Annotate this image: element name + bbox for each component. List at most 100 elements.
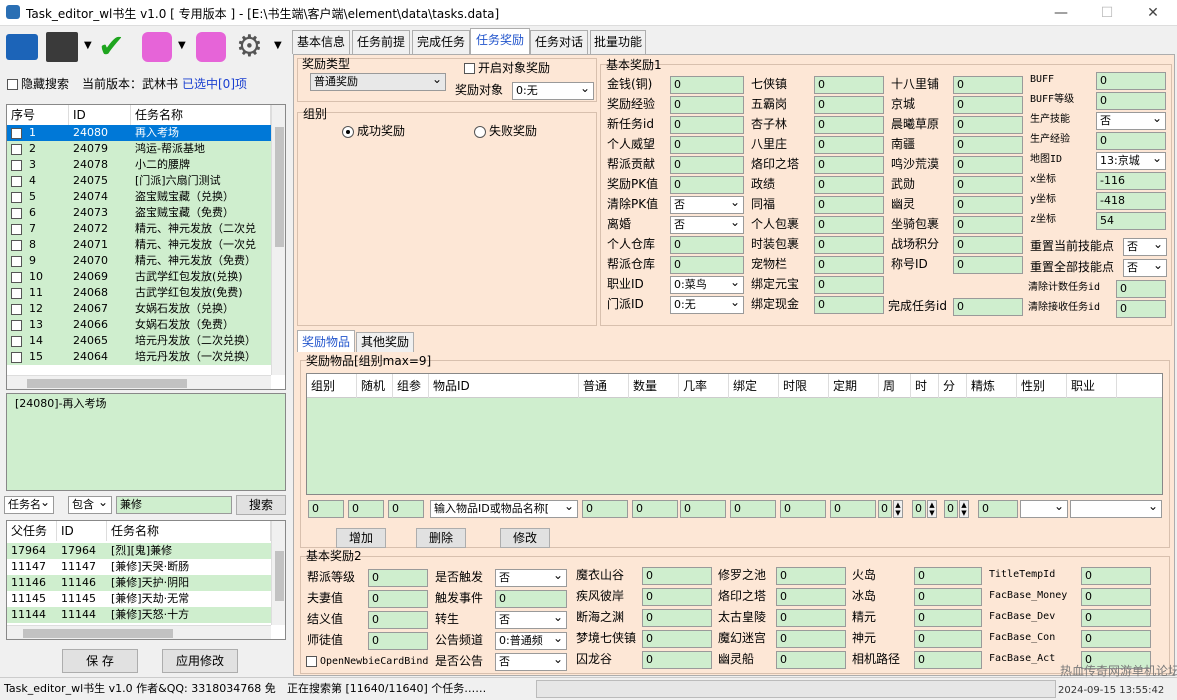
row-checkbox[interactable] (11, 349, 25, 365)
field-value[interactable]: 0 (953, 116, 1023, 134)
col-header[interactable]: 绑定 (729, 374, 779, 398)
field-value[interactable]: 0 (670, 136, 744, 154)
field-value[interactable]: 0:无 (670, 296, 744, 314)
field-value[interactable]: 否 (495, 653, 567, 671)
field-value[interactable]: 0 (814, 176, 884, 194)
field-value[interactable]: 0 (1081, 630, 1151, 648)
field-value[interactable]: 0 (914, 588, 982, 606)
list-item[interactable]: 11144 11144 [兼修]天怒·十方 (7, 607, 271, 623)
field-value[interactable]: 否 (1123, 259, 1167, 277)
row-checkbox[interactable] (11, 173, 25, 189)
field-value[interactable]: 0 (1116, 300, 1166, 318)
reward-object-select[interactable]: 0:无 (512, 82, 594, 100)
field-value[interactable]: 0 (953, 298, 1023, 316)
item-input[interactable]: 0 (830, 500, 876, 518)
field-value[interactable]: 0 (814, 276, 884, 294)
item-input[interactable]: 0 (680, 500, 726, 518)
chevron-down-icon[interactable]: ▼ (84, 40, 92, 51)
gender-select[interactable] (1020, 500, 1068, 518)
tree-item[interactable]: [24080]-再入考场 (15, 396, 107, 412)
field-value[interactable]: 0 (953, 196, 1023, 214)
newbie-card-checkbox[interactable]: OpenNewbieCardBind (306, 654, 428, 670)
search-mode-select[interactable]: 任务名 (4, 496, 54, 514)
table-row[interactable]: 6 24073 盗宝贼宝藏（免费） (7, 205, 271, 221)
col-header[interactable]: 分 (939, 374, 967, 398)
tab-complete[interactable]: 完成任务 (412, 30, 470, 54)
col-header[interactable]: 时限 (779, 374, 829, 398)
field-value[interactable]: 0 (368, 611, 428, 629)
item-input[interactable]: 0 (780, 500, 826, 518)
spin-arrows-icon[interactable]: ▲ ▼ (927, 500, 937, 518)
table-row[interactable]: 8 24071 精元、神元发放（一次兑 (7, 237, 271, 253)
field-value[interactable]: 0 (1116, 280, 1166, 298)
item-input[interactable]: 0 (582, 500, 628, 518)
col-header-id[interactable]: ID (57, 521, 107, 541)
table-row[interactable]: 9 24070 精元、神元发放（免费） (7, 253, 271, 269)
col-header-name[interactable]: 任务名称 (107, 521, 271, 541)
field-value[interactable]: 0 (368, 632, 428, 650)
table-row[interactable]: 3 24078 小二的腰牌 (7, 157, 271, 173)
field-value[interactable]: 0 (670, 76, 744, 94)
gear-icon[interactable]: ⚙ (236, 30, 263, 64)
col-header[interactable]: 定期 (829, 374, 879, 398)
field-value[interactable]: 0 (670, 176, 744, 194)
save-button[interactable]: 保 存 (62, 649, 138, 673)
chevron-down-icon[interactable]: ▼ (178, 40, 186, 51)
row-checkbox[interactable] (11, 141, 25, 157)
search-match-select[interactable]: 包含 (68, 496, 112, 514)
col-header[interactable]: 时 (911, 374, 939, 398)
field-value[interactable]: 0 (814, 76, 884, 94)
field-value[interactable]: 0 (1096, 132, 1166, 150)
field-value[interactable]: 0 (670, 116, 744, 134)
check-icon[interactable]: ✔ (98, 28, 125, 64)
field-value[interactable]: 0 (642, 630, 712, 648)
field-value[interactable]: 0 (953, 176, 1023, 194)
col-header[interactable]: 职业 (1067, 374, 1117, 398)
field-value[interactable]: 0 (953, 96, 1023, 114)
search-button[interactable]: 搜索 (236, 495, 286, 515)
field-value[interactable]: 0 (814, 136, 884, 154)
col-header-index[interactable]: 序号 (7, 105, 69, 125)
field-value[interactable]: 0 (814, 116, 884, 134)
field-value[interactable]: 0 (368, 569, 428, 587)
field-value[interactable]: 0 (776, 567, 846, 585)
item-spin-value[interactable]: 0 (912, 500, 926, 518)
item-spin-value[interactable]: 0 (944, 500, 958, 518)
row-checkbox[interactable] (11, 253, 25, 269)
row-checkbox[interactable] (11, 333, 25, 349)
row-checkbox[interactable] (11, 237, 25, 253)
field-value[interactable]: 0 (814, 296, 884, 314)
reward-type-select[interactable]: 普通奖励 (310, 73, 446, 91)
field-value[interactable]: 否 (1123, 238, 1167, 256)
field-value[interactable]: 13:京城 (1096, 152, 1166, 170)
col-header-name[interactable]: 任务名称 (131, 105, 271, 125)
col-header[interactable]: 几率 (679, 374, 729, 398)
field-value[interactable]: -116 (1096, 172, 1166, 190)
row-checkbox[interactable] (11, 125, 25, 141)
list-item[interactable]: 11145 11145 [兼修]天劫·无常 (7, 591, 271, 607)
col-header-parent[interactable]: 父任务 (7, 521, 57, 541)
task-list-hscroll[interactable] (7, 375, 271, 389)
maximize-button[interactable]: ☐ (1084, 0, 1130, 26)
search-input[interactable]: 兼修 (116, 496, 232, 514)
field-value[interactable]: 0 (914, 609, 982, 627)
reward-items-grid[interactable]: 组别 随机 组参 物品ID 普通 数量 几率 绑定 时限 定期周时分精炼 性别 职业 (306, 373, 1163, 495)
field-value[interactable]: 0 (914, 651, 982, 669)
field-value[interactable]: 0 (953, 216, 1023, 234)
table-row[interactable]: 5 24074 盗宝贼宝藏（兑换） (7, 189, 271, 205)
tab-batch[interactable]: 批量功能 (590, 30, 646, 54)
field-value[interactable]: 0 (814, 256, 884, 274)
row-checkbox[interactable] (11, 205, 25, 221)
field-value[interactable]: 0 (642, 567, 712, 585)
item-spin-value[interactable]: 0 (878, 500, 892, 518)
row-checkbox[interactable] (11, 221, 25, 237)
item-input[interactable]: 0 (632, 500, 678, 518)
table-row[interactable]: 13 24066 女娲石发放（免费） (7, 317, 271, 333)
row-checkbox[interactable] (11, 301, 25, 317)
list-item[interactable]: 17964 17964 [烈][鬼]兼修 (7, 543, 271, 559)
field-value[interactable]: -418 (1096, 192, 1166, 210)
list-item[interactable]: 11146 11146 [兼修]天护·阴阳 (7, 575, 271, 591)
open-object-reward-checkbox[interactable]: 开启对象奖励 (464, 60, 550, 76)
field-value[interactable]: 否 (670, 196, 744, 214)
parent-task-list[interactable]: 父任务 ID 任务名称 17964 17964 [烈][鬼]兼修 11147 11147… (6, 520, 286, 640)
